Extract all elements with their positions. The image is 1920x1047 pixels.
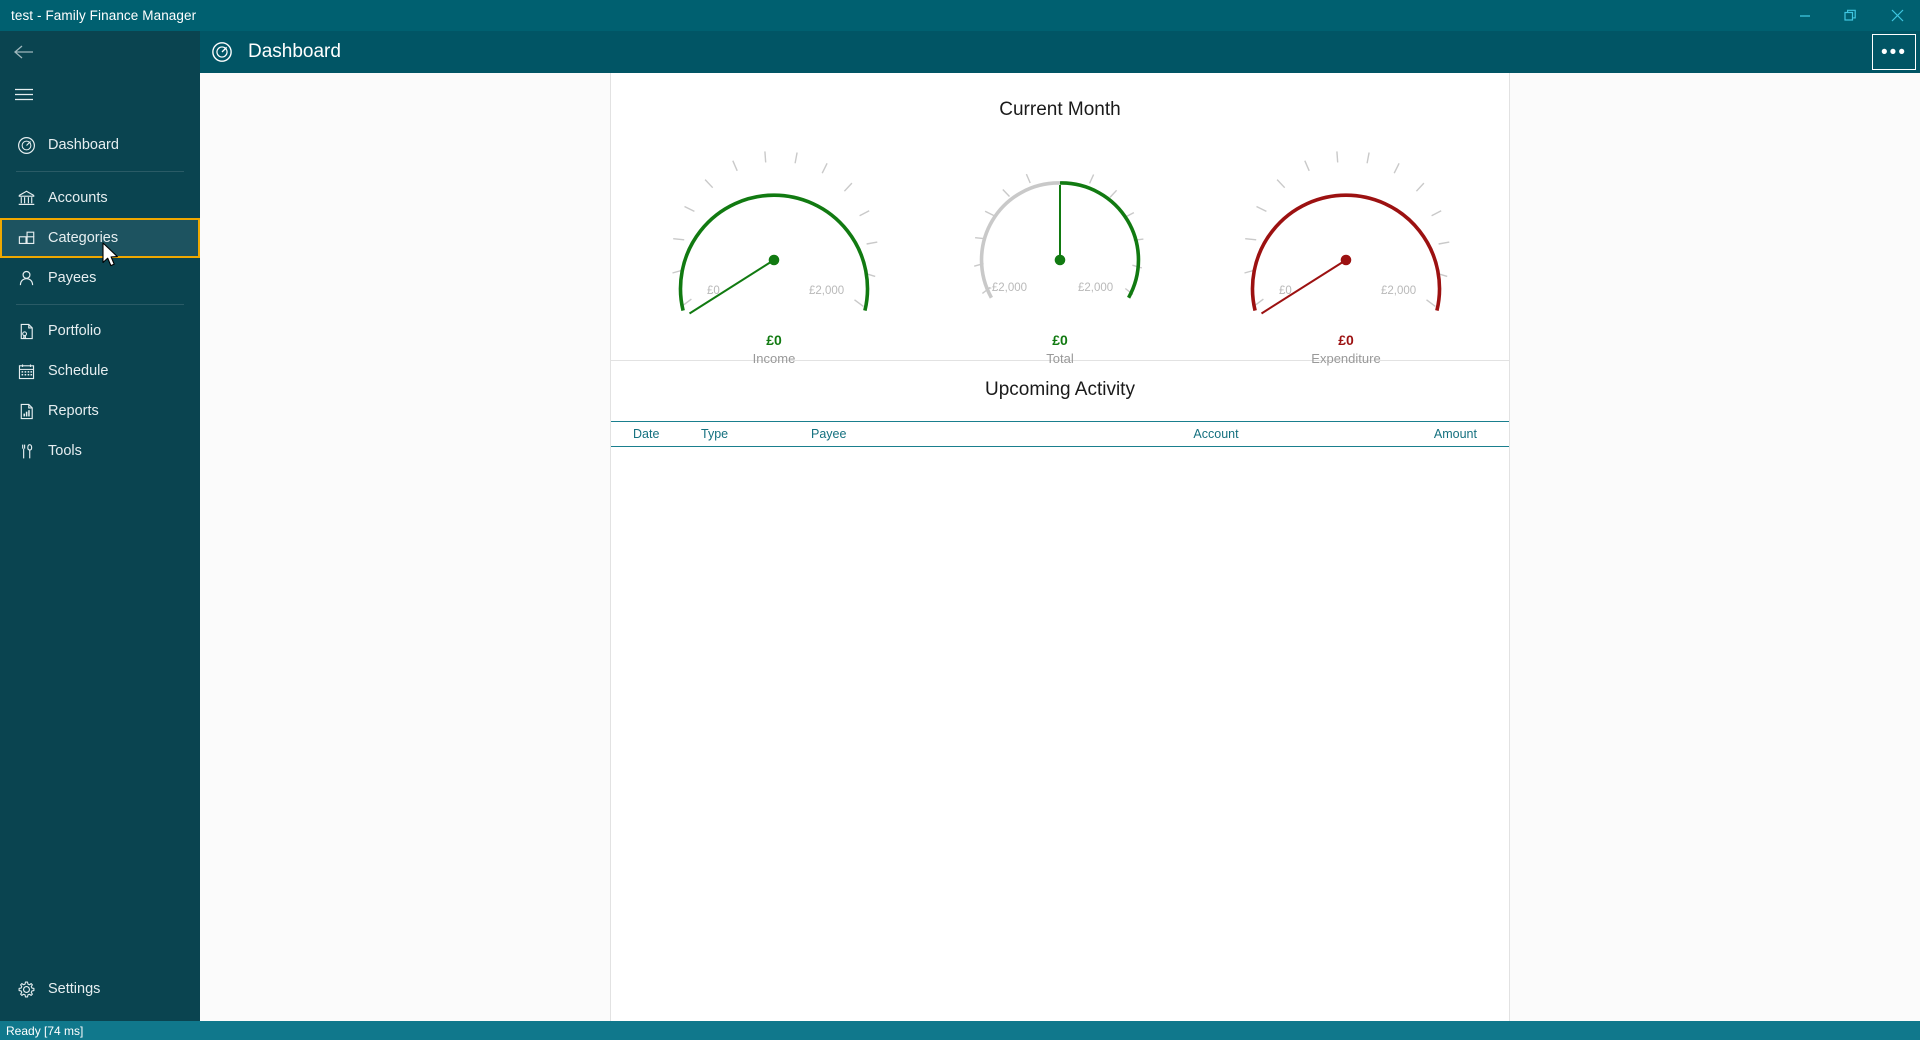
gauge-icon xyxy=(10,136,42,155)
restore-button[interactable] xyxy=(1828,0,1874,31)
column-header-account[interactable]: Account xyxy=(1071,427,1361,441)
gear-icon xyxy=(10,980,42,999)
current-month-heading: Current Month xyxy=(611,73,1509,121)
menu-toggle-button[interactable] xyxy=(0,73,200,115)
gauge-total-positive-arc xyxy=(1060,183,1138,298)
categories-grid-icon xyxy=(10,229,42,248)
sidebar-item-payees[interactable]: Payees xyxy=(0,258,200,298)
sidebar-item-tools[interactable]: Tools xyxy=(0,431,200,471)
window-controls xyxy=(1782,0,1920,31)
gauge-total-hub xyxy=(1055,255,1066,266)
column-header-payee[interactable]: Payee xyxy=(811,427,1071,441)
sidebar-footer: Settings xyxy=(0,969,200,1009)
sidebar-item-dashboard[interactable]: Dashboard xyxy=(0,125,200,165)
minimize-icon xyxy=(1799,10,1811,22)
sidebar-item-label: Schedule xyxy=(48,363,108,379)
person-icon xyxy=(10,269,42,288)
gauge-income: £0 £2,000 £0 Income xyxy=(631,127,917,342)
gauge-total-value: £0 xyxy=(917,332,1203,348)
gauge-income-hub xyxy=(769,255,780,266)
bank-icon xyxy=(10,189,42,208)
gauge-total-min-label: -£2,000 xyxy=(988,282,1027,294)
column-header-date[interactable]: Date xyxy=(611,427,701,441)
gauge-income-value: £0 xyxy=(631,332,917,348)
sidebar-divider xyxy=(16,171,184,172)
dashboard-panel: Current Month xyxy=(610,73,1510,1021)
sidebar-item-settings[interactable]: Settings xyxy=(0,969,200,1009)
sidebar-item-label: Accounts xyxy=(48,190,108,206)
gauge-total-max-label: £2,000 xyxy=(1078,282,1113,294)
sidebar-item-portfolio[interactable]: Portfolio xyxy=(0,311,200,351)
sidebar-item-schedule[interactable]: Schedule xyxy=(0,351,200,391)
window-title-bar: test - Family Finance Manager xyxy=(0,0,1920,31)
sidebar-item-label: Portfolio xyxy=(48,323,101,339)
sidebar-divider xyxy=(16,304,184,305)
gauge-total-title: Total xyxy=(917,351,1203,366)
status-bar: Ready [74 ms] xyxy=(0,1021,1920,1040)
report-chart-icon xyxy=(10,402,42,421)
sidebar-item-label: Reports xyxy=(48,403,99,419)
document-seal-icon xyxy=(10,322,42,341)
gauge-income-svg: £0 £2,000 xyxy=(659,127,889,342)
back-button[interactable] xyxy=(0,31,200,73)
page-title: Dashboard xyxy=(248,41,341,63)
restore-icon xyxy=(1844,9,1858,23)
gauge-total-svg: -£2,000 £2,000 xyxy=(970,127,1150,342)
overflow-menu-button[interactable]: ••• xyxy=(1872,34,1916,70)
close-button[interactable] xyxy=(1874,0,1920,31)
sidebar-item-label: Payees xyxy=(48,270,96,286)
sidebar-item-label: Categories xyxy=(48,230,118,246)
sidebar: Dashboard Accounts Categories xyxy=(0,31,200,1021)
gauge-expenditure-hub xyxy=(1341,255,1352,266)
status-text: Ready [74 ms] xyxy=(6,1024,83,1038)
hamburger-menu-icon xyxy=(8,87,40,101)
tools-icon xyxy=(10,442,42,461)
sidebar-item-categories[interactable]: Categories xyxy=(0,218,200,258)
upcoming-activity-heading: Upcoming Activity xyxy=(611,361,1509,401)
gauge-expenditure-svg: £0 £2,000 xyxy=(1231,127,1461,342)
sidebar-item-label: Tools xyxy=(48,443,82,459)
window-title: test - Family Finance Manager xyxy=(11,8,196,23)
gauge-icon xyxy=(206,41,238,63)
sidebar-item-accounts[interactable]: Accounts xyxy=(0,178,200,218)
close-icon xyxy=(1891,9,1904,22)
sidebar-item-label: Settings xyxy=(48,981,100,997)
gauge-income-title: Income xyxy=(631,351,917,366)
gauge-income-min-label: £0 xyxy=(707,285,720,297)
gauge-expenditure-title: Expenditure xyxy=(1203,351,1489,366)
sidebar-item-label: Dashboard xyxy=(48,137,119,153)
gauge-income-needle xyxy=(690,260,775,314)
gauge-expenditure-max-label: £2,000 xyxy=(1381,285,1416,297)
content-area: Current Month xyxy=(200,73,1920,1021)
gauge-income-max-label: £2,000 xyxy=(809,285,844,297)
gauge-total: -£2,000 £2,000 £0 Total xyxy=(917,127,1203,342)
calendar-icon xyxy=(10,362,42,381)
column-header-amount[interactable]: Amount xyxy=(1361,427,1509,441)
gauge-group: £0 £2,000 £0 Income xyxy=(611,127,1509,342)
minimize-button[interactable] xyxy=(1782,0,1828,31)
gauge-expenditure: £0 £2,000 £0 Expenditure xyxy=(1203,127,1489,342)
column-header-type[interactable]: Type xyxy=(701,427,811,441)
page-header: Dashboard ••• xyxy=(200,31,1920,73)
gauge-total-negative-arc xyxy=(982,183,1060,298)
gauge-expenditure-needle xyxy=(1262,260,1347,314)
table-body-empty xyxy=(611,447,1509,1047)
gauge-expenditure-value: £0 xyxy=(1203,332,1489,348)
table-header-row: Date Type Payee Account Amount xyxy=(611,421,1509,447)
sidebar-item-reports[interactable]: Reports xyxy=(0,391,200,431)
gauge-expenditure-min-label: £0 xyxy=(1279,285,1292,297)
back-arrow-icon xyxy=(8,44,40,60)
gauge-ticks xyxy=(974,174,1143,294)
upcoming-activity-table: Date Type Payee Account Amount xyxy=(611,421,1509,1047)
